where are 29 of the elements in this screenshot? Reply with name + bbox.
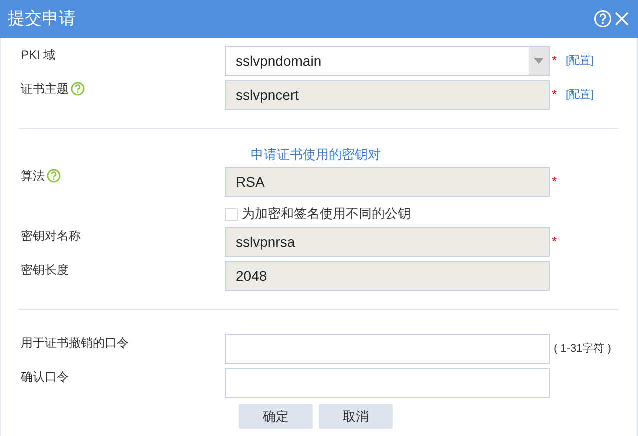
required-mark: *: [552, 233, 558, 252]
help-icon: [71, 82, 85, 96]
section-heading: 申请证书使用的密钥对: [251, 147, 381, 162]
help-icon[interactable]: [594, 10, 612, 28]
cancel-button[interactable]: 取消: [319, 404, 393, 429]
field-label: 证书主题: [21, 81, 69, 98]
input-field[interactable]: [225, 334, 550, 364]
required-mark: *: [552, 52, 558, 70]
required-mark: *: [552, 173, 558, 192]
confirm-button[interactable]: 确定: [239, 404, 313, 429]
field-label: 密钥对名称: [21, 228, 81, 245]
checkbox-label: 为加密和签名使用不同的公钥: [242, 205, 411, 224]
window-title: 提交申请: [8, 8, 77, 30]
caret-icon: [534, 58, 544, 64]
checkbox[interactable]: [225, 208, 238, 220]
field-label: PKI 域: [21, 47, 56, 64]
select-field[interactable]: sslvpndomain: [225, 46, 550, 76]
input-field[interactable]: [225, 368, 550, 398]
field-label: 密钥长度: [21, 262, 69, 279]
field-label: 确认口令: [21, 369, 69, 386]
config-link[interactable]: [配置]: [566, 52, 594, 70]
field-label: 用于证书撤销的口令: [21, 335, 129, 352]
length-hint: ( 1-31字符 ): [554, 342, 612, 357]
help-icon: [47, 169, 61, 183]
close-icon[interactable]: [614, 11, 630, 27]
field-label: 算法: [21, 168, 45, 185]
select-value: sslvpndomain: [235, 52, 323, 71]
dropdown-button[interactable]: [529, 47, 549, 75]
required-mark: *: [552, 86, 558, 104]
